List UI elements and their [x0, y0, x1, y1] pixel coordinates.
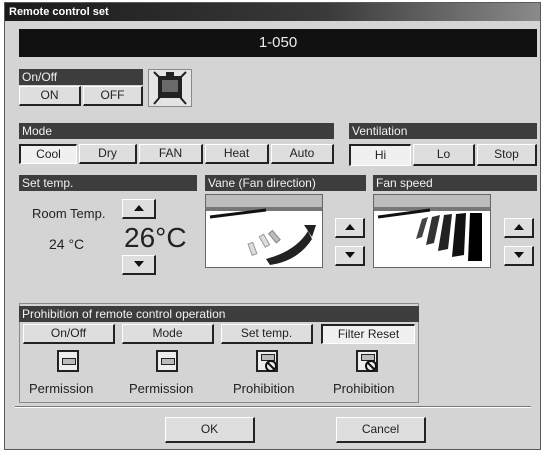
set-temp-value: 26°C	[124, 222, 187, 253]
vane-direction-display	[205, 194, 323, 268]
indoor-unit-icon	[148, 69, 192, 107]
onoff-header: On/Off	[19, 69, 143, 85]
room-temp-value: 24 °C	[49, 236, 85, 252]
triangle-down-icon	[344, 252, 355, 258]
on-button[interactable]: ON	[19, 86, 81, 106]
remote-control-window: Remote control set 1-050 On/Off ON OFF M…	[4, 2, 541, 450]
ventilation-lo-button[interactable]: Lo	[413, 144, 475, 166]
fan-speed-display	[373, 194, 491, 268]
fan-speed-up-button[interactable]	[504, 218, 534, 238]
triangle-down-icon	[513, 252, 524, 258]
set-temp-header: Set temp.	[19, 175, 197, 191]
unit-id-display: 1-050	[19, 29, 537, 57]
vane-down-button[interactable]	[335, 246, 365, 266]
permission-icon	[57, 350, 79, 372]
prohibit-settemp-status: Prohibition	[233, 381, 295, 396]
prohibit-mode-button[interactable]: Mode	[122, 324, 214, 344]
vane-header: Vane (Fan direction)	[205, 175, 366, 191]
triangle-up-icon	[513, 224, 524, 230]
room-temp-label: Room Temp.	[32, 206, 106, 221]
permission-icon	[156, 350, 178, 372]
prohibit-filter-reset-button[interactable]: Filter Reset	[321, 324, 415, 344]
mode-auto-button[interactable]: Auto	[271, 144, 334, 164]
ventilation-hi-button[interactable]: Hi	[349, 144, 411, 166]
fan-speed-down-button[interactable]	[504, 246, 534, 266]
vane-direction-icon	[206, 195, 322, 265]
ventilation-stop-button[interactable]: Stop	[477, 144, 537, 166]
temp-up-button[interactable]	[122, 199, 156, 219]
prohibition-icon	[356, 350, 378, 372]
vane-up-button[interactable]	[335, 218, 365, 238]
mode-header: Mode	[19, 123, 334, 139]
mode-dry-button[interactable]: Dry	[79, 144, 137, 164]
fan-speed-header: Fan speed	[373, 175, 537, 191]
ventilation-header: Ventilation	[349, 123, 537, 139]
prohibit-mode-status: Permission	[129, 381, 194, 396]
prohibit-onoff-button[interactable]: On/Off	[23, 324, 115, 344]
footer-separator	[15, 406, 531, 408]
prohibit-filter-status: Prohibition	[333, 381, 395, 396]
prohibit-settemp-button[interactable]: Set temp.	[221, 324, 313, 344]
triangle-up-icon	[133, 205, 144, 211]
triangle-up-icon	[344, 224, 355, 230]
triangle-down-icon	[133, 261, 144, 267]
mode-cool-button[interactable]: Cool	[19, 144, 77, 164]
temp-down-button[interactable]	[122, 255, 156, 275]
window-title: Remote control set	[5, 3, 540, 21]
prohibition-icon	[256, 350, 278, 372]
cancel-button[interactable]: Cancel	[336, 417, 426, 443]
mode-heat-button[interactable]: Heat	[205, 144, 269, 164]
prohibit-onoff-status: Permission	[29, 381, 94, 396]
fan-speed-icon	[374, 195, 490, 261]
off-button[interactable]: OFF	[83, 86, 143, 106]
ok-button[interactable]: OK	[165, 417, 255, 443]
prohibition-header: Prohibition of remote control operation	[19, 306, 419, 322]
mode-fan-button[interactable]: FAN	[139, 144, 203, 164]
